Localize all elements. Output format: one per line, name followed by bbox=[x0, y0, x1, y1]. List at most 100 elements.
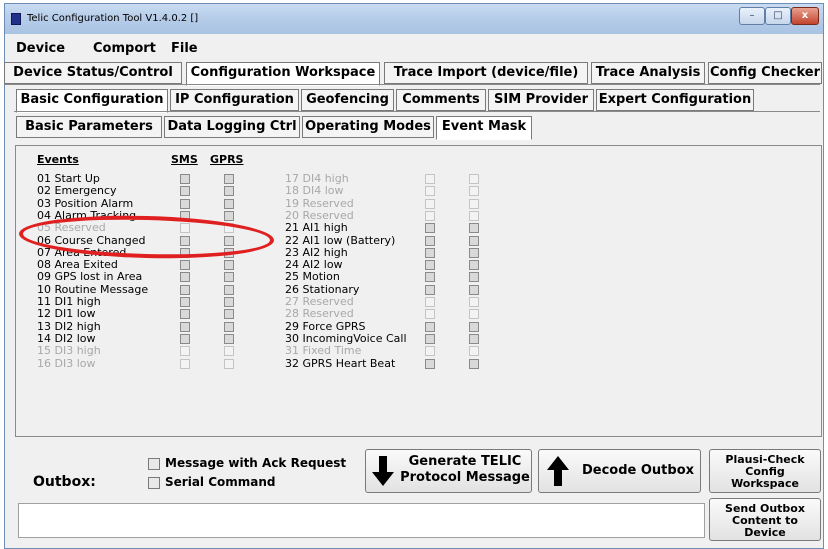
event-sms-checkbox[interactable] bbox=[425, 322, 435, 332]
event-sms-checkbox[interactable] bbox=[180, 346, 190, 356]
event-sms-checkbox[interactable] bbox=[425, 285, 435, 295]
generate-protocol-button[interactable]: Generate TELIC Protocol Message bbox=[365, 449, 532, 493]
serial-command-label: Serial Command bbox=[165, 475, 276, 489]
event-gprs-checkbox[interactable] bbox=[469, 199, 479, 209]
event-sms-checkbox[interactable] bbox=[180, 285, 190, 295]
event-sms-checkbox[interactable] bbox=[425, 223, 435, 233]
tab-trace-import[interactable]: Trace Import (device/file) bbox=[384, 62, 588, 84]
event-sms-checkbox[interactable] bbox=[425, 236, 435, 246]
event-sms-checkbox[interactable] bbox=[425, 248, 435, 258]
event-label: 28 Reserved bbox=[285, 307, 354, 320]
event-gprs-checkbox[interactable] bbox=[469, 260, 479, 270]
decode-outbox-button[interactable]: Decode Outbox bbox=[538, 449, 701, 493]
event-gprs-checkbox[interactable] bbox=[224, 260, 234, 270]
event-sms-checkbox[interactable] bbox=[180, 334, 190, 344]
event-gprs-checkbox[interactable] bbox=[469, 334, 479, 344]
event-gprs-checkbox[interactable] bbox=[469, 346, 479, 356]
plausi-label-3: Workspace bbox=[731, 477, 799, 490]
event-sms-checkbox[interactable] bbox=[425, 174, 435, 184]
event-gprs-checkbox[interactable] bbox=[224, 199, 234, 209]
event-gprs-checkbox[interactable] bbox=[224, 346, 234, 356]
event-label: 16 DI3 low bbox=[37, 357, 96, 370]
event-gprs-checkbox[interactable] bbox=[224, 174, 234, 184]
event-gprs-checkbox[interactable] bbox=[469, 322, 479, 332]
event-sms-checkbox[interactable] bbox=[425, 186, 435, 196]
tab-config-checker[interactable]: Config Checker bbox=[708, 62, 822, 84]
serial-command-checkbox[interactable] bbox=[148, 477, 160, 489]
event-sms-checkbox[interactable] bbox=[180, 272, 190, 282]
event-gprs-checkbox[interactable] bbox=[224, 211, 234, 221]
send-outbox-button[interactable]: Send Outbox Content to Device bbox=[709, 498, 821, 541]
event-gprs-checkbox[interactable] bbox=[224, 272, 234, 282]
event-sms-checkbox[interactable] bbox=[425, 297, 435, 307]
tab-comments[interactable]: Comments bbox=[396, 89, 486, 111]
event-label: 18 DI4 low bbox=[285, 184, 344, 197]
outbox-text-field[interactable] bbox=[18, 503, 705, 538]
event-gprs-checkbox[interactable] bbox=[469, 272, 479, 282]
event-gprs-checkbox[interactable] bbox=[224, 322, 234, 332]
tab-data-logging-ctrl[interactable]: Data Logging Ctrl bbox=[164, 116, 300, 138]
event-gprs-checkbox[interactable] bbox=[469, 285, 479, 295]
maximize-icon[interactable]: □ bbox=[765, 7, 791, 25]
event-sms-checkbox[interactable] bbox=[180, 186, 190, 196]
event-gprs-checkbox[interactable] bbox=[224, 309, 234, 319]
event-gprs-checkbox[interactable] bbox=[224, 334, 234, 344]
event-sms-checkbox[interactable] bbox=[425, 334, 435, 344]
tab-sim-provider[interactable]: SIM Provider bbox=[488, 89, 594, 111]
tab-basic-configuration[interactable]: Basic Configuration bbox=[16, 89, 168, 113]
event-sms-checkbox[interactable] bbox=[180, 309, 190, 319]
event-sms-checkbox[interactable] bbox=[180, 359, 190, 369]
tab-device-status[interactable]: Device Status/Control bbox=[4, 62, 182, 84]
menu-device[interactable]: Device bbox=[16, 41, 65, 56]
close-icon[interactable]: x bbox=[791, 7, 819, 25]
generate-label-2: Protocol Message bbox=[400, 470, 530, 485]
event-sms-checkbox[interactable] bbox=[425, 359, 435, 369]
tab-ip-configuration[interactable]: IP Configuration bbox=[170, 89, 299, 111]
tab-basic-parameters[interactable]: Basic Parameters bbox=[16, 116, 162, 138]
minimize-icon[interactable]: – bbox=[739, 7, 765, 25]
event-label: 31 Fixed Time bbox=[285, 344, 362, 357]
event-gprs-checkbox[interactable] bbox=[469, 236, 479, 246]
event-gprs-checkbox[interactable] bbox=[469, 174, 479, 184]
event-label: 15 DI3 high bbox=[37, 344, 101, 357]
tab-trace-analysis[interactable]: Trace Analysis bbox=[591, 62, 705, 84]
menu-comport[interactable]: Comport bbox=[93, 41, 156, 56]
event-sms-checkbox[interactable] bbox=[425, 199, 435, 209]
event-gprs-checkbox[interactable] bbox=[469, 248, 479, 258]
event-sms-checkbox[interactable] bbox=[425, 309, 435, 319]
event-sms-checkbox[interactable] bbox=[425, 272, 435, 282]
window-title: Telic Configuration Tool V1.4.0.2 [] bbox=[27, 13, 199, 24]
event-gprs-checkbox[interactable] bbox=[469, 211, 479, 221]
event-sms-checkbox[interactable] bbox=[180, 174, 190, 184]
event-sms-checkbox[interactable] bbox=[180, 322, 190, 332]
send-label-3: Device bbox=[744, 526, 786, 539]
event-label: 25 Motion bbox=[285, 270, 340, 283]
event-label: 12 DI1 low bbox=[37, 307, 96, 320]
event-sms-checkbox[interactable] bbox=[180, 260, 190, 270]
tab-expert-configuration[interactable]: Expert Configuration bbox=[596, 89, 754, 111]
event-gprs-checkbox[interactable] bbox=[469, 186, 479, 196]
event-gprs-checkbox[interactable] bbox=[469, 297, 479, 307]
event-sms-checkbox[interactable] bbox=[180, 297, 190, 307]
event-sms-checkbox[interactable] bbox=[425, 211, 435, 221]
menu-file[interactable]: File bbox=[171, 41, 198, 56]
outbox-label: Outbox: bbox=[33, 474, 96, 490]
event-sms-checkbox[interactable] bbox=[180, 199, 190, 209]
tab-configuration-workspace[interactable]: Configuration Workspace bbox=[186, 62, 380, 86]
event-gprs-checkbox[interactable] bbox=[224, 297, 234, 307]
event-gprs-checkbox[interactable] bbox=[224, 186, 234, 196]
event-gprs-checkbox[interactable] bbox=[469, 223, 479, 233]
event-sms-checkbox[interactable] bbox=[425, 346, 435, 356]
ack-request-checkbox[interactable] bbox=[148, 458, 160, 470]
tab-operating-modes[interactable]: Operating Modes bbox=[302, 116, 434, 138]
event-label: 21 AI1 high bbox=[285, 221, 348, 234]
event-gprs-checkbox[interactable] bbox=[224, 285, 234, 295]
event-gprs-checkbox[interactable] bbox=[469, 359, 479, 369]
tab-divider bbox=[14, 111, 820, 112]
event-sms-checkbox[interactable] bbox=[425, 260, 435, 270]
tab-event-mask[interactable]: Event Mask bbox=[436, 116, 532, 140]
plausi-check-button[interactable]: Plausi-Check Config Workspace bbox=[709, 449, 821, 493]
tab-geofencing[interactable]: Geofencing bbox=[301, 89, 394, 111]
event-gprs-checkbox[interactable] bbox=[224, 359, 234, 369]
event-gprs-checkbox[interactable] bbox=[469, 309, 479, 319]
